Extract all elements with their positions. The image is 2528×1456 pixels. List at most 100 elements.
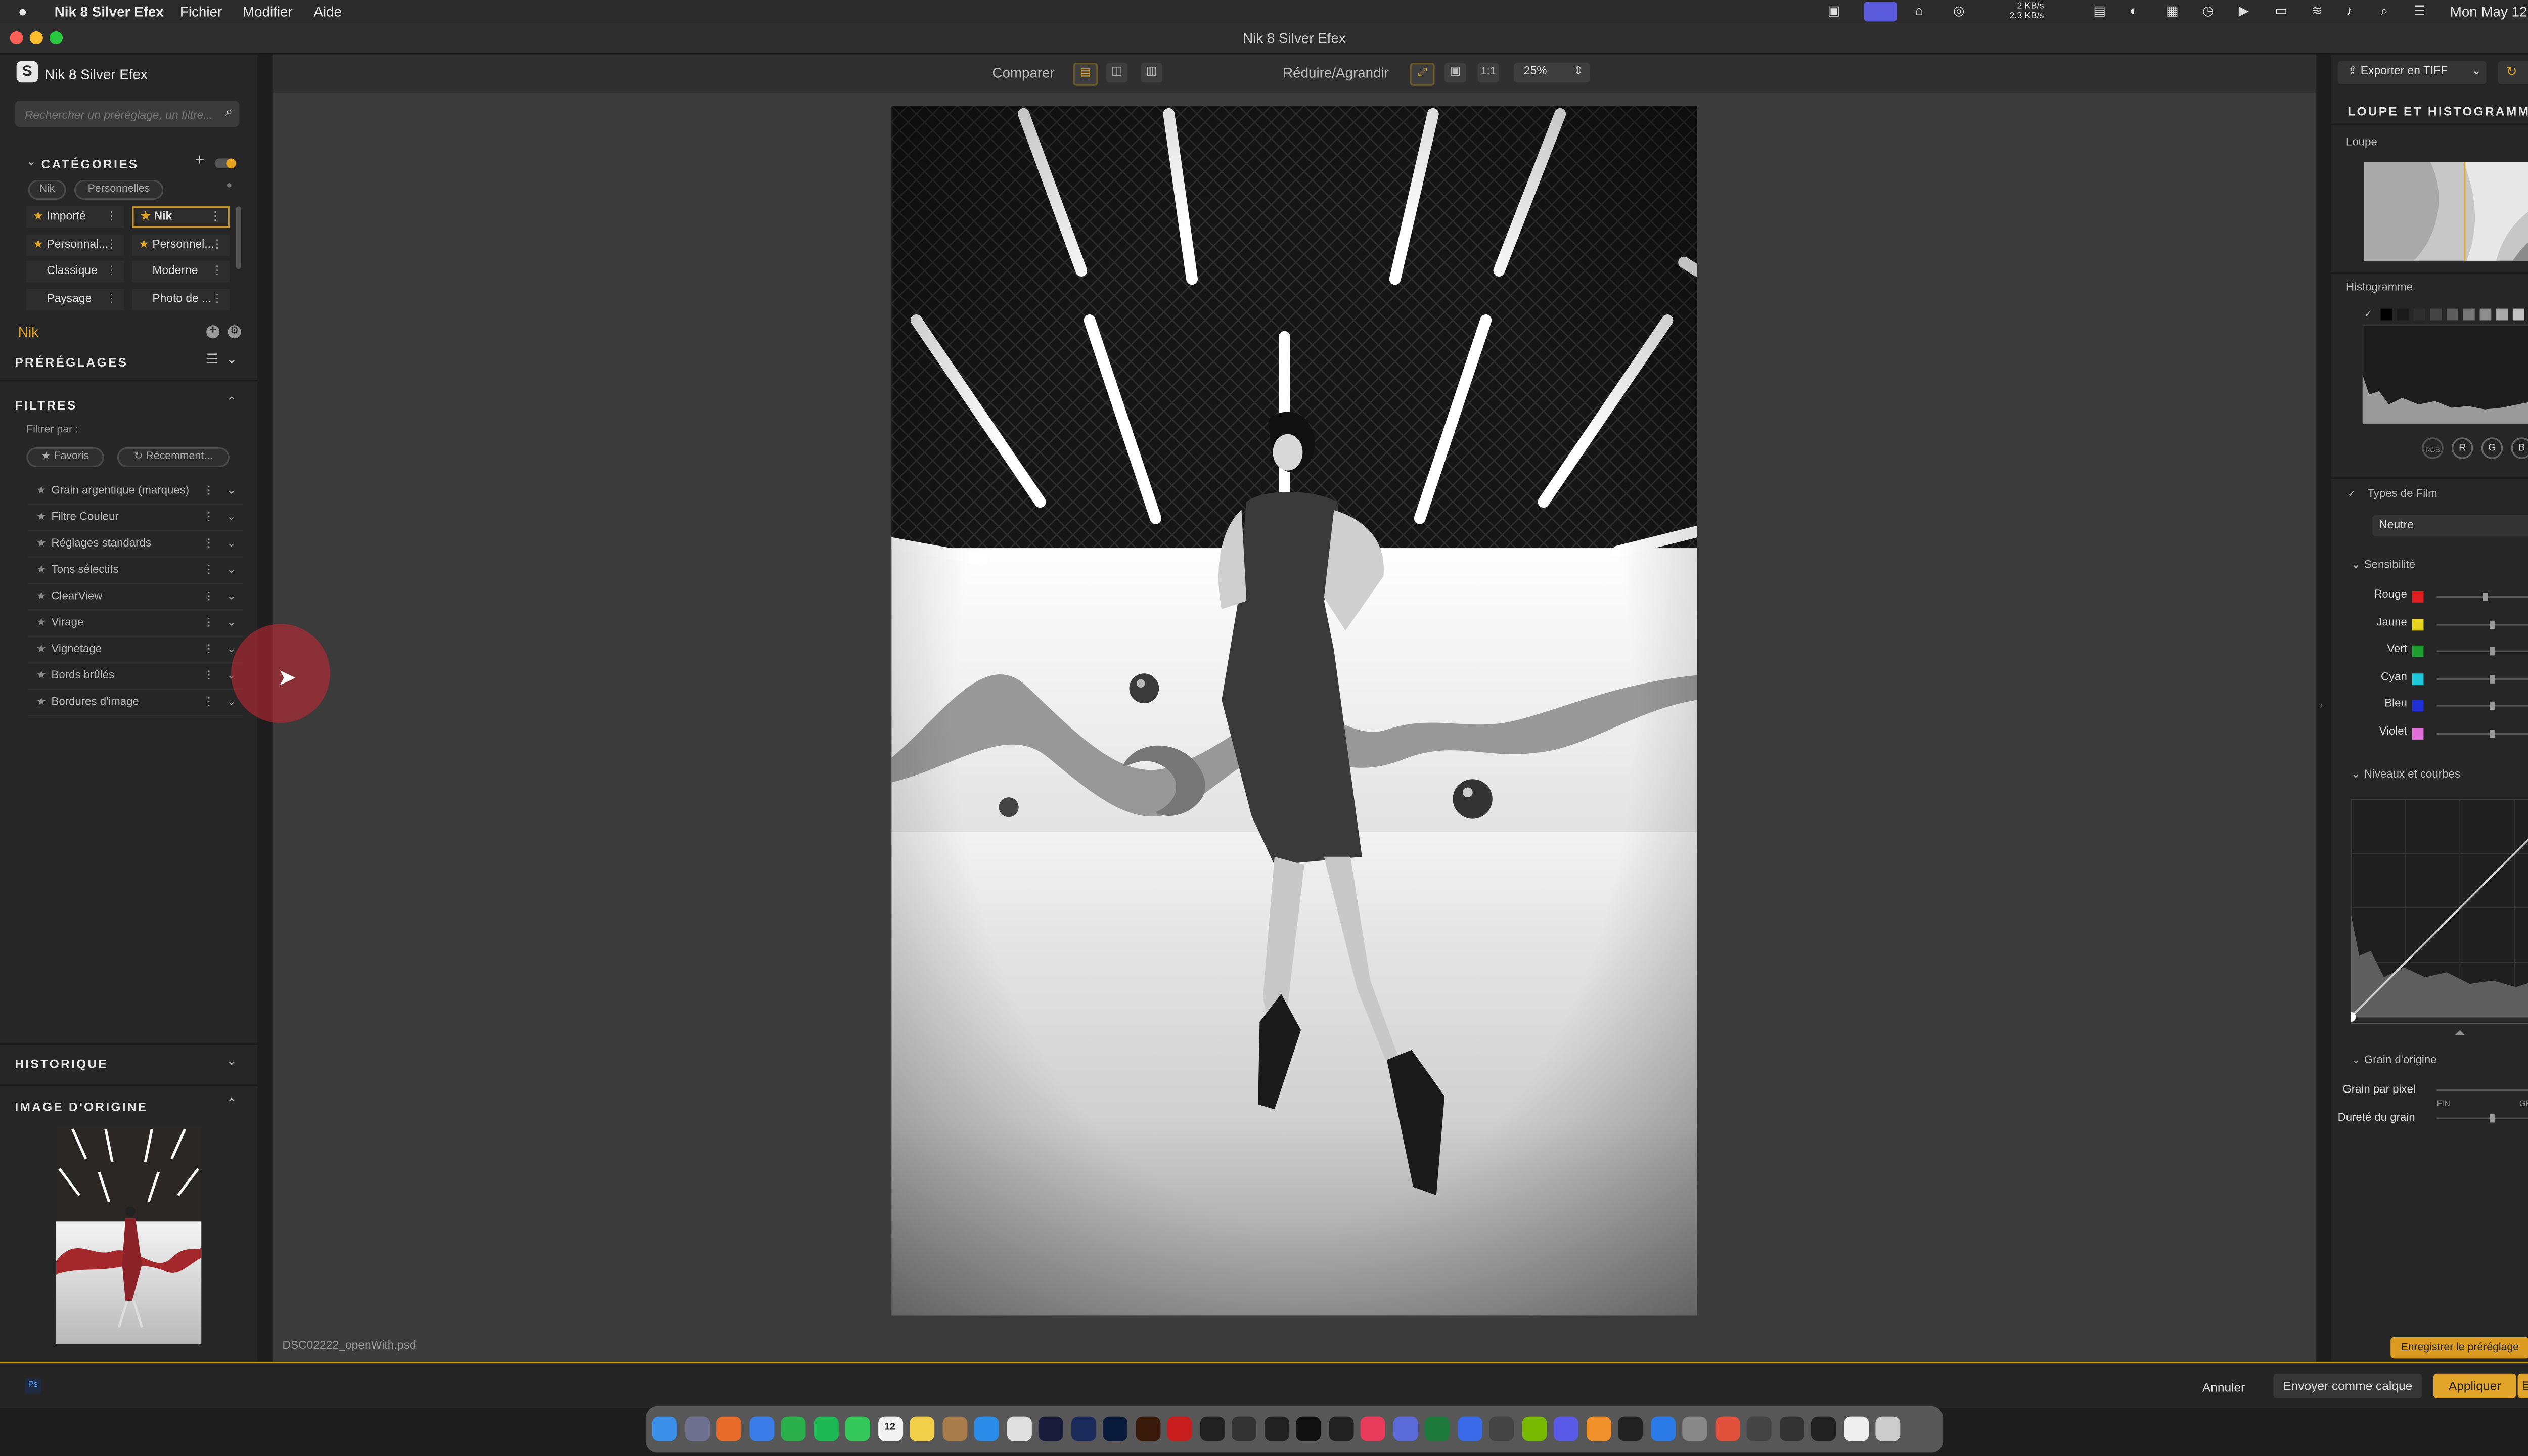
dock-calendar-icon[interactable]: 12 [877, 1416, 902, 1441]
search-input[interactable] [21, 104, 223, 127]
dock-settings-icon[interactable] [1682, 1416, 1707, 1441]
preset-settings-icon[interactable]: ⚙ [228, 325, 241, 339]
category-scrollbar[interactable] [236, 206, 241, 269]
dock-messages-icon[interactable] [845, 1416, 870, 1441]
more-icon[interactable]: ⋮ [203, 692, 214, 715]
screen-record-icon[interactable]: ▣ [1828, 4, 1840, 18]
dock-notes-icon[interactable] [910, 1416, 935, 1441]
filter-item[interactable]: ★ Réglages standards ⋮ ⌄ [28, 533, 243, 558]
collapse-categories-icon[interactable]: ⌄ [26, 155, 36, 168]
compare-split-button[interactable]: ▤ [1073, 63, 1098, 86]
more-icon[interactable]: ⋮ [203, 639, 214, 662]
dock-files-icon[interactable] [941, 1416, 967, 1441]
add-preset-icon[interactable]: + [206, 325, 220, 339]
channel-g-button[interactable]: G [2481, 437, 2503, 459]
more-icon[interactable]: ⋮ [203, 480, 214, 504]
dock-mail-icon[interactable] [748, 1416, 774, 1441]
preset-list-icon[interactable]: ☰ [206, 352, 218, 367]
compare-side-button[interactable]: ◫ [1106, 63, 1128, 83]
sensitivity-chevron-icon[interactable]: ⌄ [2351, 558, 2361, 571]
dock-photoshop-icon[interactable] [1070, 1416, 1096, 1441]
cancel-button[interactable]: Annuler [2202, 1380, 2245, 1395]
more-icon[interactable]: ⋮ [203, 612, 214, 635]
creative-cloud-icon[interactable]: ◎ [1953, 4, 1965, 18]
drive-icon[interactable]: ⌂ [1915, 4, 1923, 18]
dock-lightroom-icon[interactable] [1103, 1416, 1128, 1441]
filter-item[interactable]: ★Bords brûlés⋮⌄ [28, 665, 243, 690]
filter-item[interactable]: ★ Vignetage ⋮ ⌄ [28, 639, 243, 664]
levels-chevron-icon[interactable]: ⌄ [2351, 767, 2361, 781]
history-chevron-icon[interactable]: ⌄ [226, 1053, 237, 1068]
category-nik[interactable]: ★ Nik ⋮ [132, 206, 230, 228]
sensitivity-slider-vert[interactable] [2436, 647, 2528, 656]
sensitivity-slider-jaune[interactable] [2436, 620, 2528, 628]
toggle-icon[interactable]: ◐ [2130, 4, 2138, 18]
chevron-down-icon[interactable]: ⌄ [227, 612, 236, 635]
dock-sublime-icon[interactable] [1586, 1416, 1611, 1441]
filter-item[interactable]: ★ Virage ⋮ ⌄ [28, 612, 243, 638]
dock-appstore-icon[interactable] [974, 1416, 999, 1441]
channel-rgb-button[interactable]: RGB [2422, 437, 2444, 459]
play-icon[interactable]: ▶ [2239, 4, 2249, 18]
search-icon[interactable]: ⌕ [2381, 4, 2388, 20]
chevron-down-icon[interactable]: ⌄ [227, 560, 236, 583]
dock-spotify-icon[interactable] [813, 1416, 838, 1441]
category-options-icon[interactable]: ● [226, 181, 232, 192]
dock-pdf-icon[interactable] [1360, 1416, 1385, 1441]
dock-capture-icon[interactable] [1328, 1416, 1353, 1441]
channel-b-button[interactable]: B [2511, 437, 2528, 459]
slider-knob[interactable] [2490, 1114, 2495, 1123]
apple-icon[interactable]: ● [18, 4, 27, 20]
dock-terminal-icon[interactable] [1199, 1416, 1225, 1441]
fit-button[interactable]: ⤢ [1410, 63, 1435, 86]
category-personnal[interactable]: ★ Personnal... ⋮ [26, 234, 124, 256]
dock-cloud-icon[interactable] [1650, 1416, 1675, 1441]
category-classique[interactable]: ★ Classique ⋮ [26, 260, 124, 283]
tab-nik[interactable]: Nik [28, 179, 66, 200]
chevron-down-icon[interactable]: ⌄ [227, 692, 236, 715]
display-icon[interactable] [1864, 2, 1897, 22]
curves-chart[interactable] [2351, 799, 2528, 1036]
tone-zones[interactable]: ✓ [2364, 308, 2528, 321]
chevron-down-icon[interactable]: ⌄ [2472, 61, 2481, 84]
keyboard-icon[interactable]: ▭ [2275, 4, 2288, 18]
compare-stack-button[interactable]: ▥ [1141, 63, 1162, 83]
add-category-icon[interactable]: + [195, 152, 204, 170]
wifi-icon[interactable]: ≋ [2311, 4, 2322, 18]
more-icon[interactable]: ⋮ [203, 533, 214, 557]
slider-knob[interactable] [2489, 674, 2494, 684]
filters-collapse-icon[interactable]: ⌃ [226, 394, 237, 409]
chevron-down-icon[interactable]: ⌄ [227, 507, 236, 530]
category-importe[interactable]: ★ Importé ⋮ [26, 206, 124, 228]
category-toggle[interactable] [214, 158, 236, 169]
search-box[interactable]: ⌕ [15, 101, 240, 127]
menu-app-name[interactable]: Nik 8 Silver Efex [55, 4, 164, 20]
category-personnel[interactable]: ★ Personnel... ⋮ [132, 234, 230, 256]
presets-chevron-icon[interactable]: ⌄ [226, 352, 237, 367]
category-photo-de[interactable]: ★ Photo de ... ⋮ [132, 289, 230, 310]
dock-chatgpt-icon[interactable] [1296, 1416, 1321, 1441]
dock-toolbox-icon[interactable] [1392, 1416, 1418, 1441]
chip-favoris[interactable]: ★ Favoris [26, 447, 104, 468]
origin-collapse-icon[interactable]: ⌃ [226, 1096, 237, 1111]
dock-vpn-icon[interactable] [1489, 1416, 1514, 1441]
main-preview-image[interactable] [891, 105, 1697, 1316]
menu-fichier[interactable]: Fichier [180, 4, 222, 20]
slider-knob[interactable] [2489, 647, 2494, 656]
more-icon[interactable]: ⋮ [203, 560, 214, 583]
loupe-preview[interactable]: ✎ [2364, 161, 2528, 261]
dock-doc-icon[interactable] [1843, 1416, 1868, 1441]
apply-options-button[interactable]: ▤⌄ [2517, 1373, 2528, 1398]
reset-button[interactable]: ↻⌄ [2498, 61, 2528, 84]
dock-excel-icon[interactable] [1424, 1416, 1450, 1441]
dock-live2-icon[interactable] [1779, 1416, 1804, 1441]
dock-ict-icon[interactable] [1263, 1416, 1289, 1441]
menu-aide[interactable]: Aide [313, 4, 342, 20]
more-icon[interactable]: ⋮ [203, 586, 214, 609]
dock-whatsapp-icon[interactable] [781, 1416, 806, 1441]
dock-firefox-icon[interactable] [716, 1416, 742, 1441]
dock-bridge-icon[interactable] [1038, 1416, 1063, 1441]
dock-grid-icon[interactable] [1457, 1416, 1482, 1441]
apply-button[interactable]: Appliquer [2433, 1373, 2516, 1398]
control-center-icon[interactable]: ☰ [2414, 4, 2425, 18]
